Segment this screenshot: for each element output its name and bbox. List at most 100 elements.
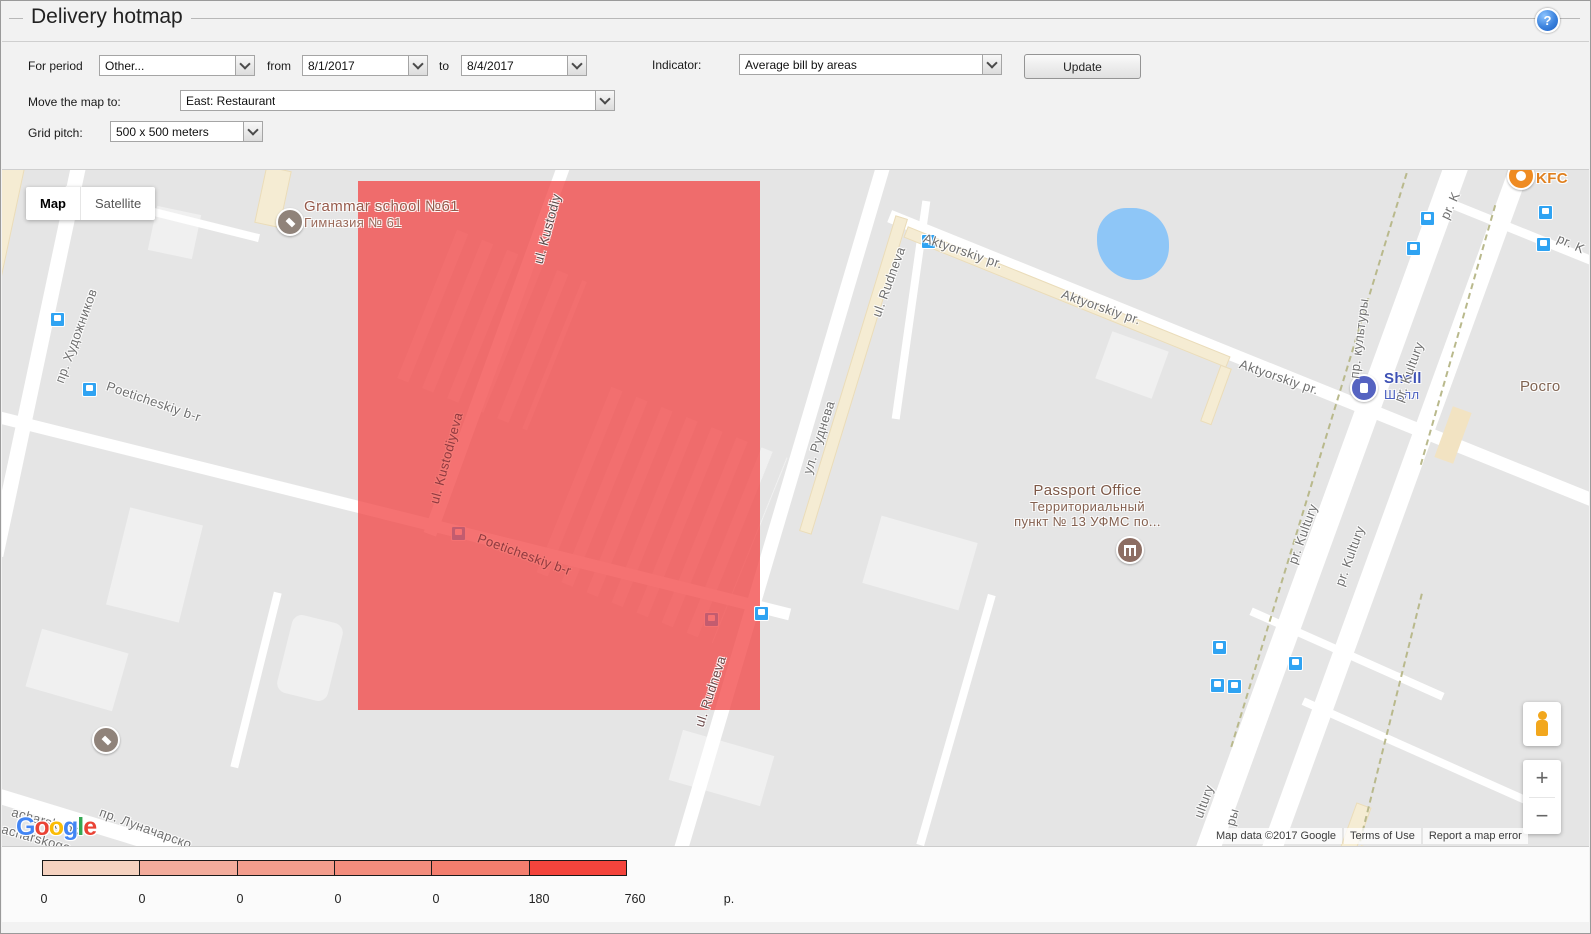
bus-stop-icon[interactable] xyxy=(1536,237,1551,252)
for-period-label: For period xyxy=(28,59,83,73)
move-map-value: East: Restaurant xyxy=(186,94,275,108)
legend-segment xyxy=(529,860,627,876)
poi-label-passport-office: Passport Office Территориальный пункт № … xyxy=(1005,482,1170,529)
building xyxy=(275,613,345,703)
logo-letter: G xyxy=(16,813,34,841)
period-value: Other... xyxy=(105,59,144,73)
poi-subname: пункт № 13 УФМС по... xyxy=(1005,514,1170,529)
legend-segment xyxy=(334,860,432,876)
heat-legend: 0 0 0 0 0 180 760 p. xyxy=(2,846,1589,922)
map-attribution: Map data ©2017 Google Terms of Use Repor… xyxy=(1210,828,1528,844)
indicator-label: Indicator: xyxy=(652,58,701,72)
google-logo[interactable]: Google xyxy=(16,813,96,842)
zoom-in-button[interactable]: + xyxy=(1523,760,1561,797)
help-icon[interactable]: ? xyxy=(1535,8,1560,33)
bus-stop-icon[interactable] xyxy=(50,312,65,327)
map-type-control: Map Satellite xyxy=(26,187,155,220)
tram-stop-icon[interactable] xyxy=(1420,211,1435,226)
toolbar: For period Other... from 8/1/2017 to 8/4… xyxy=(2,41,1589,170)
chevron-down-icon[interactable] xyxy=(408,56,427,75)
street-view-control[interactable] xyxy=(1523,702,1561,746)
school-icon[interactable] xyxy=(276,208,304,236)
to-date-value: 8/4/2017 xyxy=(467,59,514,73)
map-data-text: Map data ©2017 Google xyxy=(1210,828,1342,844)
tram-stop-icon[interactable] xyxy=(1210,678,1225,693)
indicator-value: Average bill by areas xyxy=(745,58,857,72)
groupbox-line xyxy=(9,18,1580,19)
legend-tick: 760 xyxy=(625,892,646,906)
legend-unit: p. xyxy=(724,892,734,906)
poi-subname: Территориальный xyxy=(1005,499,1170,514)
legend-tick: 180 xyxy=(529,892,550,906)
legend-segment xyxy=(139,860,237,876)
grid-pitch-value: 500 x 500 meters xyxy=(116,125,209,139)
street-label: Aktyorskiy pr. xyxy=(1238,356,1321,397)
app-window: Delivery hotmap ? For period Other... fr… xyxy=(0,0,1591,934)
bus-stop-icon[interactable] xyxy=(1227,679,1242,694)
legend-tick: 0 xyxy=(139,892,146,906)
bus-stop-icon[interactable] xyxy=(82,382,97,397)
legend-segment xyxy=(42,860,140,876)
from-date-select[interactable]: 8/1/2017 xyxy=(302,55,428,76)
building xyxy=(669,730,775,806)
legend-color-scale xyxy=(42,860,627,876)
chevron-down-icon[interactable] xyxy=(982,55,1001,74)
terms-of-use-link[interactable]: Terms of Use xyxy=(1344,828,1421,844)
grid-pitch-label: Grid pitch: xyxy=(28,126,83,140)
legend-segment xyxy=(431,860,529,876)
road xyxy=(2,169,90,557)
tram-stop-icon[interactable] xyxy=(1538,205,1553,220)
heatmap-cell xyxy=(358,181,760,710)
to-date-select[interactable]: 8/4/2017 xyxy=(461,55,587,76)
chevron-down-icon[interactable] xyxy=(595,91,614,110)
indicator-select[interactable]: Average bill by areas xyxy=(739,54,1002,75)
chevron-down-icon[interactable] xyxy=(243,122,262,141)
report-map-error-link[interactable]: Report a map error xyxy=(1423,828,1528,844)
map-canvas[interactable]: Grammar school №61 Гимназия № 61 Shell Ш… xyxy=(2,169,1589,847)
bus-stop-icon[interactable] xyxy=(1288,656,1303,671)
building xyxy=(106,507,203,622)
street-label: пр. Художников xyxy=(52,287,100,385)
zoom-control: + − xyxy=(1523,760,1561,834)
building xyxy=(25,629,128,711)
road xyxy=(1302,697,1543,810)
poi-label-grammar-school: Grammar school №61 Гимназия № 61 xyxy=(304,198,459,230)
page-title: Delivery hotmap xyxy=(23,5,191,29)
tram-stop-icon[interactable] xyxy=(1212,640,1227,655)
street-label: Poeticheskiy b-r xyxy=(105,378,203,424)
government-building-icon[interactable] xyxy=(1116,536,1144,564)
update-button[interactable]: Update xyxy=(1024,54,1141,79)
legend-tick: 0 xyxy=(41,892,48,906)
dashed-line xyxy=(1359,594,1423,842)
move-map-select[interactable]: East: Restaurant xyxy=(180,90,615,111)
poi-name: Passport Office xyxy=(1005,482,1170,499)
grid-pitch-select[interactable]: 500 x 500 meters xyxy=(110,121,263,142)
school-icon[interactable] xyxy=(92,726,120,754)
zoom-out-button[interactable]: − xyxy=(1523,798,1561,835)
legend-segment xyxy=(237,860,335,876)
chevron-down-icon[interactable] xyxy=(235,56,254,75)
beige-road xyxy=(1200,365,1232,425)
road xyxy=(916,594,995,846)
kfc-icon[interactable] xyxy=(1507,169,1535,190)
period-select[interactable]: Other... xyxy=(99,55,255,76)
street-label: пр. культуры xyxy=(1347,297,1372,379)
logo-letter: e xyxy=(83,813,96,841)
to-label: to xyxy=(439,59,449,73)
map-button[interactable]: Map xyxy=(26,187,80,220)
legend-tick: 0 xyxy=(335,892,342,906)
satellite-button[interactable]: Satellite xyxy=(81,187,155,220)
bus-stop-icon[interactable] xyxy=(1406,241,1421,256)
bus-stop-icon[interactable] xyxy=(754,606,769,621)
legend-tick: 0 xyxy=(433,892,440,906)
water-pond xyxy=(1097,208,1169,280)
street-label: ры xyxy=(1223,807,1242,828)
building xyxy=(862,516,977,611)
road xyxy=(230,592,281,769)
building xyxy=(1095,331,1168,399)
logo-letter: o xyxy=(34,813,48,841)
pegman-icon xyxy=(1535,711,1549,737)
poi-subname: Гимназия № 61 xyxy=(304,215,459,230)
chevron-down-icon[interactable] xyxy=(567,56,586,75)
poi-label-kfc: KFC xyxy=(1536,170,1568,187)
